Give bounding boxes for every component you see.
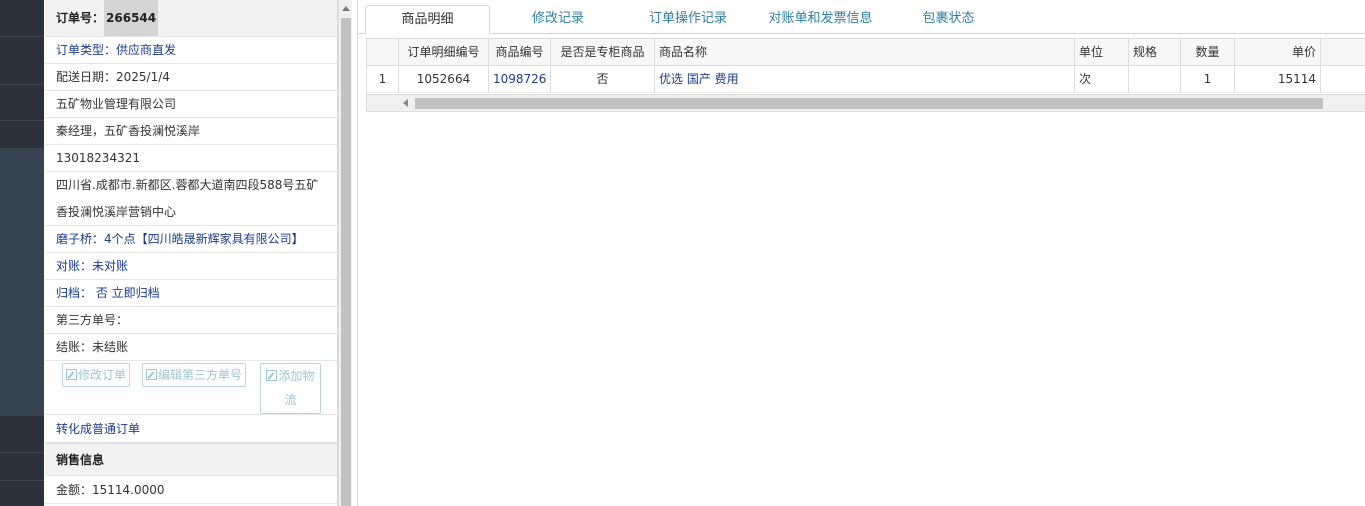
product-no-link[interactable]: 1098726: [489, 66, 551, 93]
product-grid: 订单明细编号 商品编号 是否是专柜商品 商品名称 单位 规格 数量 单价 1 1…: [366, 38, 1365, 112]
panel-scrollbar[interactable]: [338, 0, 352, 506]
add-logistics-button[interactable]: 添加物流: [260, 363, 321, 414]
tab-operation-log[interactable]: 订单操作记录: [628, 5, 748, 34]
counter-product-cell: 否: [551, 66, 655, 93]
edit-third-party-label: 编辑第三方单号: [158, 368, 243, 382]
edit-icon: [146, 369, 157, 380]
delivery-address: 四川省.成都市.新都区.蓉都大道南四段588号五矿香投澜悦溪岸营销中心: [45, 172, 337, 226]
col-unit-price[interactable]: 单价: [1235, 39, 1321, 66]
col-quantity[interactable]: 数量: [1181, 39, 1235, 66]
detail-tabs: 商品明细 修改记录 订单操作记录 对账单和发票信息 包裹状态: [358, 0, 1365, 34]
col-rownum: [367, 39, 399, 66]
row-number: 1: [367, 66, 399, 93]
phone-number: 13018234321: [45, 145, 337, 172]
tab-package-status[interactable]: 包裹状态: [906, 5, 991, 34]
unit-price-cell: 15114: [1235, 66, 1321, 93]
third-party-number: 第三方单号：: [45, 307, 337, 334]
app-nav-strip: [0, 0, 44, 506]
unit-cell: 次: [1075, 66, 1129, 93]
tab-modify-log[interactable]: 修改记录: [508, 5, 608, 34]
order-info-panel: 订单号： 266544 订单类型：供应商直发 配送日期：2025/1/4 五矿物业…: [45, 0, 338, 506]
product-name-link[interactable]: 优选 国产 费用: [655, 66, 1075, 93]
scroll-up-arrow-icon[interactable]: [342, 6, 350, 11]
tab-invoice-info[interactable]: 对账单和发票信息: [758, 5, 883, 34]
company-name: 五矿物业管理有限公司: [45, 91, 337, 118]
edit-icon: [66, 369, 77, 380]
col-unit[interactable]: 单位: [1075, 39, 1129, 66]
edit-third-party-button[interactable]: 编辑第三方单号: [142, 363, 247, 387]
settle-status: 结账：未结账: [45, 334, 337, 361]
quantity-cell: 1: [1181, 66, 1235, 93]
scroll-left-arrow-icon[interactable]: [403, 99, 408, 107]
edit-icon: [266, 370, 278, 381]
col-spec[interactable]: 规格: [1129, 39, 1181, 66]
convert-to-normal-order-link[interactable]: 转化成普通订单: [45, 415, 337, 443]
nav-divider: [0, 84, 44, 85]
sales-amount: 金额：15114.0000: [45, 476, 337, 504]
reconcile-status[interactable]: 对账：未对账: [45, 253, 337, 280]
spec-cell: [1129, 66, 1181, 93]
grid-header: 订单明细编号 商品编号 是否是专柜商品 商品名称 单位 规格 数量 单价: [367, 39, 1365, 66]
order-number-label: 订单号：: [56, 11, 105, 25]
table-row[interactable]: 1 1052664 1098726 否 优选 国产 费用 次 1 15114: [367, 66, 1365, 93]
tab-product-detail[interactable]: 商品明细: [365, 5, 490, 34]
delivery-date: 配送日期：2025/1/4: [45, 64, 337, 91]
nav-divider: [0, 36, 44, 37]
col-detail-no[interactable]: 订单明细编号: [399, 39, 489, 66]
edit-order-label: 修改订单: [78, 368, 127, 382]
order-type[interactable]: 订单类型：供应商直发: [45, 37, 337, 64]
edit-order-button[interactable]: 修改订单: [62, 363, 131, 387]
col-counter-product[interactable]: 是否是专柜商品: [551, 39, 655, 66]
add-logistics-label: 添加物流: [278, 369, 315, 407]
order-actions: 修改订单 编辑第三方单号 添加物流: [45, 361, 337, 415]
scrollbar-thumb[interactable]: [341, 18, 351, 506]
order-number-value[interactable]: 266544: [104, 0, 159, 36]
detail-no-cell: 1052664: [399, 66, 489, 93]
order-number-row: 订单号： 266544: [45, 0, 337, 37]
sales-info-header: 销售信息: [45, 443, 337, 476]
order-detail-area: 商品明细 修改记录 订单操作记录 对账单和发票信息 包裹状态 订单明细编号 商品…: [357, 0, 1365, 506]
archive-status[interactable]: 归档： 否 立即归档: [45, 280, 337, 307]
col-product-no[interactable]: 商品编号: [489, 39, 551, 66]
horizontal-scrollbar-thumb[interactable]: [415, 98, 1323, 109]
nav-divider: [0, 480, 44, 481]
supplier-info[interactable]: 磨子桥：4个点【四川皓晟新辉家具有限公司】: [45, 226, 337, 253]
contact-person: 秦经理，五矿香投澜悦溪岸: [45, 118, 337, 145]
col-product-name[interactable]: 商品名称: [655, 39, 1075, 66]
nav-divider: [0, 120, 44, 121]
nav-active-block: [0, 148, 44, 416]
nav-divider: [0, 452, 44, 453]
grid-horizontal-scrollbar[interactable]: [367, 94, 1365, 111]
